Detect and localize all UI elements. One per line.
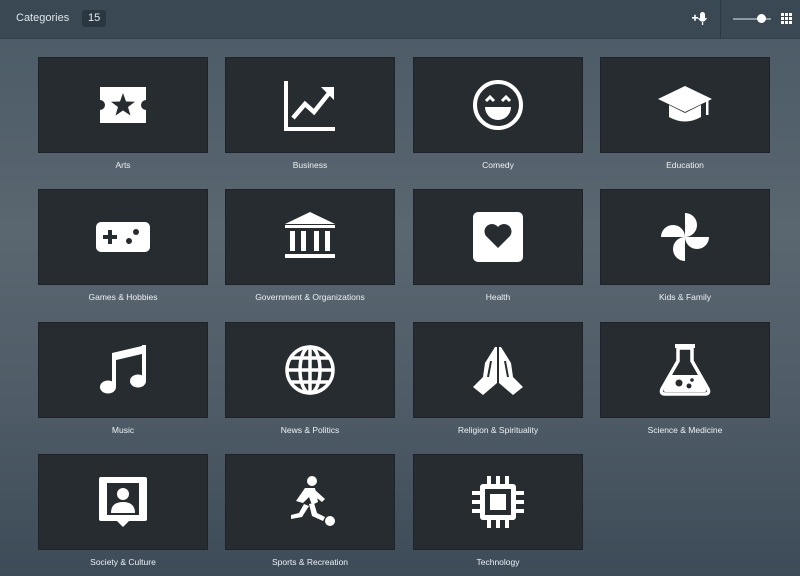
category-tile-business[interactable]: Business [225, 57, 395, 170]
category-tile-education[interactable]: Education [600, 57, 770, 170]
flask-icon [659, 344, 711, 396]
music-note-icon [100, 345, 146, 394]
category-tile-games-hobbies[interactable]: Games & Hobbies [38, 189, 208, 302]
category-tile-technology[interactable]: Technology [413, 454, 583, 567]
category-tile-health[interactable]: Health [413, 189, 583, 302]
grid-view-icon[interactable] [781, 13, 792, 24]
gamepad-icon [96, 222, 150, 252]
category-count-badge: 15 [82, 10, 107, 27]
toolbar-divider [720, 0, 721, 38]
add-voice-icon[interactable] [692, 11, 710, 27]
ticket-star-icon [100, 87, 146, 123]
category-tile-society-culture[interactable]: Society & Culture [38, 454, 208, 567]
tile-label: Kids & Family [659, 292, 711, 302]
trending-chart-icon [284, 81, 335, 131]
tile-label: Technology [476, 557, 520, 567]
zoom-slider-handle[interactable] [757, 14, 766, 23]
zoom-slider[interactable] [733, 14, 771, 23]
praying-hands-icon [473, 347, 523, 395]
tile-label: Business [292, 160, 328, 170]
category-tile-music[interactable]: Music [38, 322, 208, 435]
tile-label: Religion & Spirituality [457, 425, 539, 435]
category-tile-news-politics[interactable]: News & Politics [225, 322, 395, 435]
category-tile-kids-family[interactable]: Kids & Family [600, 189, 770, 302]
category-tile-comedy[interactable]: Comedy [413, 57, 583, 170]
tile-label: Comedy [482, 160, 514, 170]
tile-label: Education [666, 160, 704, 170]
category-tile-government-organizations[interactable]: Government & Organizations [225, 189, 395, 302]
tile-label: Society & Culture [90, 557, 156, 567]
top-bar: Categories 15 [0, 0, 800, 39]
category-tile-science-medicine[interactable]: Science & Medicine [600, 322, 770, 435]
heart-icon [473, 212, 523, 262]
person-badge-icon [99, 477, 147, 527]
page-title: Categories [16, 12, 70, 24]
soccer-player-icon [291, 476, 335, 526]
category-tile-sports-recreation[interactable]: Sports & Recreation [225, 454, 395, 567]
tile-label: Music [111, 425, 135, 435]
tile-label: Government & Organizations [255, 292, 365, 302]
tile-label: Science & Medicine [647, 425, 723, 435]
tile-label: Games & Hobbies [88, 292, 158, 302]
tile-label: Health [485, 292, 511, 302]
government-building-icon [285, 212, 335, 258]
laughing-face-icon [473, 80, 523, 130]
chip-icon [472, 476, 524, 528]
tile-label: Arts [115, 160, 131, 170]
graduation-cap-icon [658, 86, 712, 122]
pinwheel-icon [661, 213, 709, 261]
globe-icon [285, 345, 335, 395]
category-tile-religion-spirituality[interactable]: Religion & Spirituality [413, 322, 583, 435]
tile-label: News & Politics [280, 425, 340, 435]
category-tile-arts[interactable]: Arts [38, 57, 208, 170]
tile-label: Sports & Recreation [271, 557, 349, 567]
